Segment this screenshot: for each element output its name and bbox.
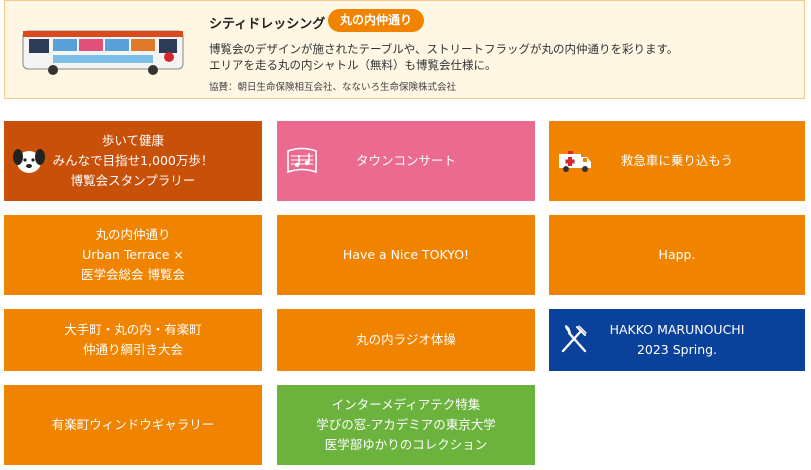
desc-line-1: 博覧会のデザインが施されたテーブルや、ストリートフラッグが丸の内仲通りを彩ります… <box>209 42 679 56</box>
tile-intermediatheque[interactable]: インターメディアテク特集 学びの窓-アカデミアの東京大学 医学部ゆかりのコレクシ… <box>277 385 535 465</box>
tile-stamp-rally[interactable]: 歩いて健康 みんなで目指せ1,000万歩！ 博覧会スタンプラリー <box>4 121 262 201</box>
tile-have-a-nice-tokyo[interactable]: Have a Nice TOKYO! <box>277 215 535 295</box>
tile-ambulance[interactable]: 救急車に乗り込もう <box>549 121 805 201</box>
desc-line-2: エリアを走る丸の内シャトル（無料）も博覧会仕様に。 <box>209 58 497 72</box>
tile-radio-taiso[interactable]: 丸の内ラジオ体操 <box>277 309 535 371</box>
tile-label: 丸の内仲通り Urban Terrace × 医学会総会 博覧会 <box>81 227 185 282</box>
shuttle-bus-icon <box>22 30 184 75</box>
dog-icon <box>13 149 45 173</box>
tile-label: Have a Nice TOKYO! <box>342 247 470 262</box>
tile-window-gallery[interactable]: 有楽町ウィンドウギャラリー <box>4 385 262 465</box>
tile-town-concert[interactable]: タウンコンサート <box>277 121 535 201</box>
tile-urban-terrace[interactable]: 丸の内仲通り Urban Terrace × 医学会総会 博覧会 <box>4 215 262 295</box>
banner-description: 博覧会のデザインが施されたテーブルや、ストリートフラッグが丸の内仲通りを彩ります… <box>209 41 678 73</box>
tile-label: 歩いて健康 みんなで目指せ1,000万歩！ 博覧会スタンプラリー <box>52 133 214 188</box>
tile-label: 救急車に乗り込もう <box>620 153 734 168</box>
banner-title: シティドレッシング <box>209 17 326 32</box>
tile-label: Happ. <box>658 247 696 262</box>
ambulance-icon <box>559 151 591 172</box>
tile-label: HAKKO MARUNOUCHI 2023 Spring. <box>609 322 745 357</box>
location-tag[interactable]: 丸の内仲通り <box>328 9 425 32</box>
music-score-icon <box>287 147 317 174</box>
tile-label: タウンコンサート <box>355 153 456 168</box>
tile-label: 丸の内ラジオ体操 <box>356 332 456 347</box>
city-dressing-banner: シティドレッシング 丸の内仲通り 博覧会のデザインが施されたテーブルや、ストリー… <box>4 0 805 99</box>
sponsor-text: 協賛：朝日生命保険相互会社、なないろ生命保険株式会社 <box>209 82 457 93</box>
tile-hakko-marunouchi[interactable]: HAKKO MARUNOUCHI 2023 Spring. <box>549 309 805 371</box>
tile-tug-of-war[interactable]: 大手町・丸の内・有楽町 仲通り綱引き大会 <box>4 309 262 371</box>
fork-knife-icon <box>561 325 587 353</box>
tile-label: 大手町・丸の内・有楽町 仲通り綱引き大会 <box>64 322 202 357</box>
tile-happ[interactable]: Happ. <box>549 215 805 295</box>
tile-label: 有楽町ウィンドウギャラリー <box>51 417 215 432</box>
tile-label: インターメディアテク特集 学びの窓-アカデミアの東京大学 医学部ゆかりのコレクシ… <box>316 397 496 452</box>
